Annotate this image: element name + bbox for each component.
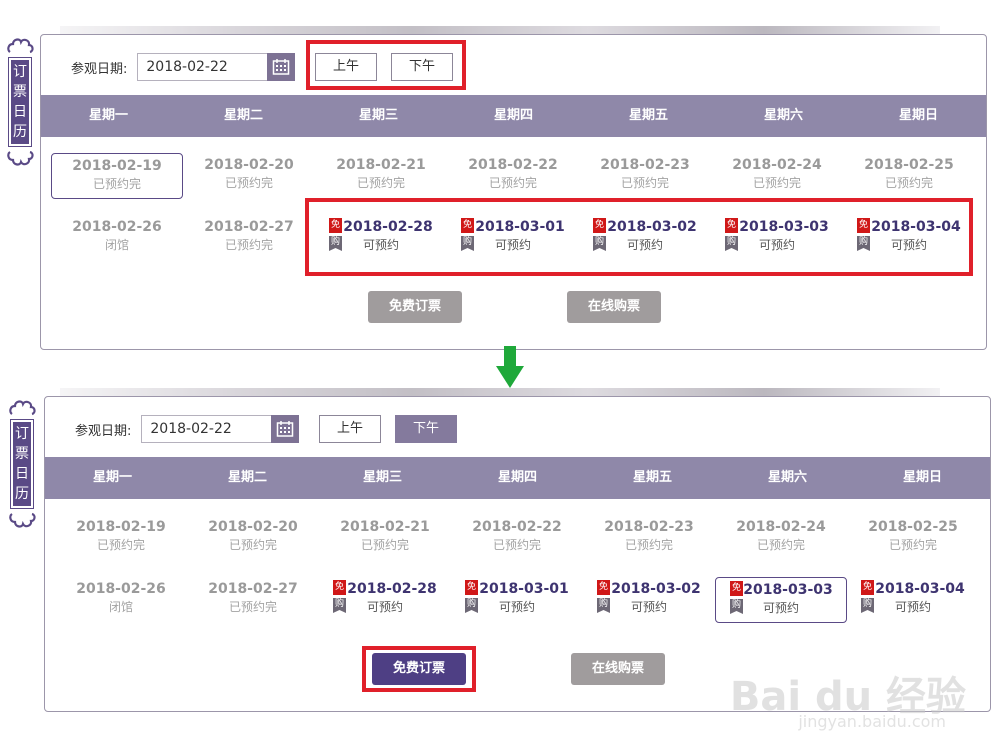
visit-date-input[interactable]: 2018-02-22: [141, 415, 272, 443]
side-tab-label: 订票日历: [10, 419, 34, 509]
day-cell-available[interactable]: 免购 2018-03-02 可预约: [583, 577, 715, 623]
weekday-sun: 星期日: [898, 108, 938, 123]
day-cell: 2018-02-22 已预约完: [468, 157, 558, 190]
day-cell: 2018-02-20 已预约完: [204, 157, 294, 190]
free-badge-icon: 免: [861, 580, 874, 595]
weekday-sat: 星期六: [763, 108, 803, 123]
weekday-header: 星期一 星期二 星期三 星期四 星期五 星期六 星期日: [41, 95, 986, 137]
day-cell: 2018-02-20 已预约完: [208, 519, 298, 552]
day-cell: 2018-02-27 已预约完: [204, 219, 294, 252]
day-cell[interactable]: 2018-02-19 已预约完: [51, 153, 183, 199]
calendar-icon[interactable]: [267, 53, 296, 81]
cloud-curl-icon: [7, 38, 34, 54]
cloud-curl-icon: [9, 400, 36, 416]
weekday-fri: 星期五: [628, 108, 668, 123]
free-ticket-button[interactable]: 免费订票: [368, 291, 462, 323]
online-purchase-button[interactable]: 在线购票: [567, 291, 661, 323]
online-purchase-button[interactable]: 在线购票: [571, 653, 665, 685]
day-cell-selected[interactable]: 免购 2018-03-03 可预约: [715, 577, 847, 623]
weekday-header: 星期一 星期二 星期三 星期四 星期五 星期六 星期日: [45, 457, 990, 499]
visit-date-row: 参观日期: 2018-02-22: [75, 413, 300, 445]
ticket-badges: 免购: [465, 580, 479, 613]
weekday-tue: 星期二: [227, 470, 267, 485]
weekday-fri: 星期五: [632, 470, 672, 485]
calendar-icon[interactable]: [271, 415, 300, 443]
day-cell: 2018-02-24 已预约完: [732, 157, 822, 190]
weekday-sat: 星期六: [767, 470, 807, 485]
down-arrow-icon: [496, 346, 524, 388]
day-cell: 2018-02-27 已预约完: [208, 581, 298, 614]
day-cell: 2018-02-22 已预约完: [472, 519, 562, 552]
free-badge-icon: 免: [597, 580, 610, 595]
booking-calendar-before: 参观日期: 2018-02-22 上午 下午 星期一 星期二 星期三 星期四 星…: [40, 34, 987, 350]
day-cell: 2018-02-25 已预约完: [868, 519, 958, 552]
ticket-badges: 免购: [730, 581, 744, 614]
weekday-mon: 星期一: [88, 108, 128, 123]
weekday-thu: 星期四: [493, 108, 533, 123]
day-cell: 2018-02-23 已预约完: [604, 519, 694, 552]
day-cell-available[interactable]: 免购 2018-03-01 可预约: [451, 577, 583, 623]
day-cell: 2018-02-23 已预约完: [600, 157, 690, 190]
buy-badge-icon: 购: [597, 598, 610, 613]
free-badge-icon: 免: [465, 580, 478, 595]
weekday-wed: 星期三: [362, 470, 402, 485]
visit-date-label: 参观日期:: [71, 61, 128, 77]
weekday-tue: 星期二: [223, 108, 263, 123]
watermark-url: jingyan.baidu.com: [798, 712, 946, 731]
day-cell: 2018-02-21 已预约完: [340, 519, 430, 552]
visit-date-input[interactable]: 2018-02-22: [137, 53, 268, 81]
weekday-thu: 星期四: [497, 470, 537, 485]
side-tab-calendar[interactable]: 订票日历: [6, 398, 38, 530]
buy-badge-icon: 购: [730, 599, 743, 614]
weekday-sun: 星期日: [902, 470, 942, 485]
ticket-badges: 免购: [333, 580, 347, 613]
day-cell-closed: 2018-02-26 闭馆: [76, 581, 166, 614]
day-cell: 2018-02-24 已预约完: [736, 519, 826, 552]
day-cell-closed: 2018-02-26 闭馆: [72, 219, 162, 252]
visit-date-row: 参观日期: 2018-02-22: [71, 51, 296, 83]
day-cell: 2018-02-25 已预约完: [864, 157, 954, 190]
day-cell-available[interactable]: 免购 2018-03-04 可预约: [847, 577, 979, 623]
highlight-free-ticket-button: [362, 646, 476, 692]
highlight-available-dates: [305, 198, 973, 276]
ticket-badges: 免购: [861, 580, 875, 613]
ticket-badges: 免购: [597, 580, 611, 613]
buy-badge-icon: 购: [465, 598, 478, 613]
side-tab-calendar[interactable]: 订票日历: [4, 36, 36, 168]
free-badge-icon: 免: [730, 581, 743, 596]
side-tab-label: 订票日历: [8, 57, 32, 147]
weekday-wed: 星期三: [358, 108, 398, 123]
visit-date-label: 参观日期:: [75, 423, 132, 439]
cloud-curl-icon: [9, 512, 36, 528]
weekday-mon: 星期一: [92, 470, 132, 485]
day-cell: 2018-02-21 已预约完: [336, 157, 426, 190]
tutorial-screenshot: 订票日历 参观日期: 2018-02-22 上午 下午 星期一 星期二 星期三 …: [0, 0, 1000, 750]
cloud-curl-icon: [7, 150, 34, 166]
pm-button-active[interactable]: 下午: [395, 415, 457, 443]
highlight-ampm: [306, 40, 466, 90]
buy-badge-icon: 购: [861, 598, 874, 613]
am-button[interactable]: 上午: [319, 415, 381, 443]
free-badge-icon: 免: [333, 580, 346, 595]
buy-badge-icon: 购: [333, 598, 346, 613]
day-cell: 2018-02-19 已预约完: [76, 519, 166, 552]
day-cell-available[interactable]: 免购 2018-02-28 可预约: [319, 577, 451, 623]
